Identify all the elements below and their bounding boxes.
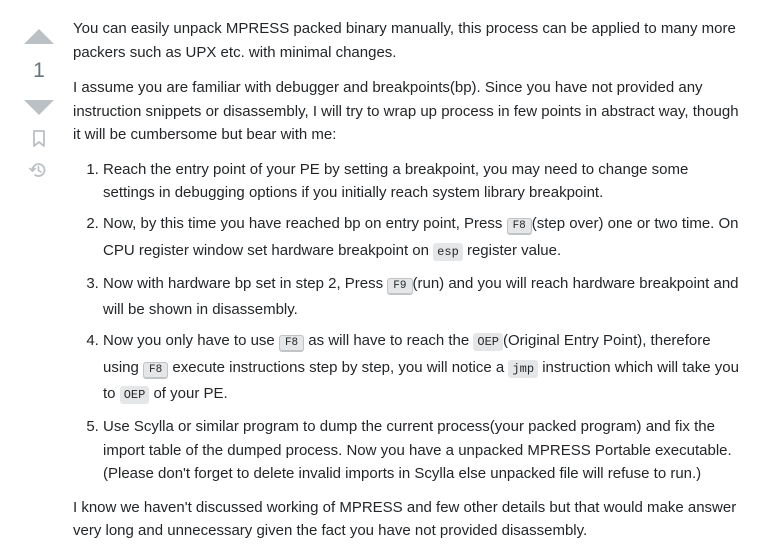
answer-intro: You can easily unpack MPRESS packed bina… xyxy=(73,20,736,61)
code-oep: OEP xyxy=(473,333,504,351)
list-item: Reach the entry point of your PE by sett… xyxy=(103,158,743,205)
code-oep: OEP xyxy=(119,386,150,404)
steps-list: Reach the entry point of your PE by sett… xyxy=(73,158,743,486)
answer-body: You can easily unpack MPRESS packed bina… xyxy=(73,17,743,543)
list-item: Now you only have to use F8 as will have… xyxy=(103,329,743,408)
key-f8: F8 xyxy=(506,218,532,234)
key-f8: F8 xyxy=(278,335,305,351)
list-item: Now, by this time you have reached bp on… xyxy=(103,212,743,264)
history-icon[interactable] xyxy=(28,160,48,180)
answer-closing: I know we haven't discussed working of M… xyxy=(73,498,737,540)
step-text: Use Scylla or similar program to dump th… xyxy=(103,418,732,482)
bookmark-icon[interactable] xyxy=(32,130,46,148)
step-text: of your PE. xyxy=(149,385,228,402)
list-item: Now with hardware bp set in step 2, Pres… xyxy=(103,272,743,322)
step-text: register value. xyxy=(462,241,562,259)
code-esp: esp xyxy=(433,242,463,261)
answer-assumption: I assume you are familiar with debugger … xyxy=(73,79,739,143)
step-text: Reach the entry point of your PE by sett… xyxy=(103,160,689,202)
step-text: Now, by this time you have reached bp on… xyxy=(103,215,507,232)
step-text: execute instructions step by step, you w… xyxy=(168,358,509,376)
step-text: as will have to reach the xyxy=(304,332,474,349)
list-item: Use Scylla or similar program to dump th… xyxy=(103,415,743,486)
key-f8: F8 xyxy=(143,361,169,378)
step-text: Now with hardware bp set in step 2, Pres… xyxy=(103,274,388,292)
step-text: Now you only have to use xyxy=(103,332,279,349)
key-f9: F9 xyxy=(387,277,413,294)
downvote-icon[interactable] xyxy=(24,100,54,115)
upvote-icon[interactable] xyxy=(24,29,54,44)
code-jmp: jmp xyxy=(508,359,539,378)
vote-count: 1 xyxy=(33,59,45,82)
